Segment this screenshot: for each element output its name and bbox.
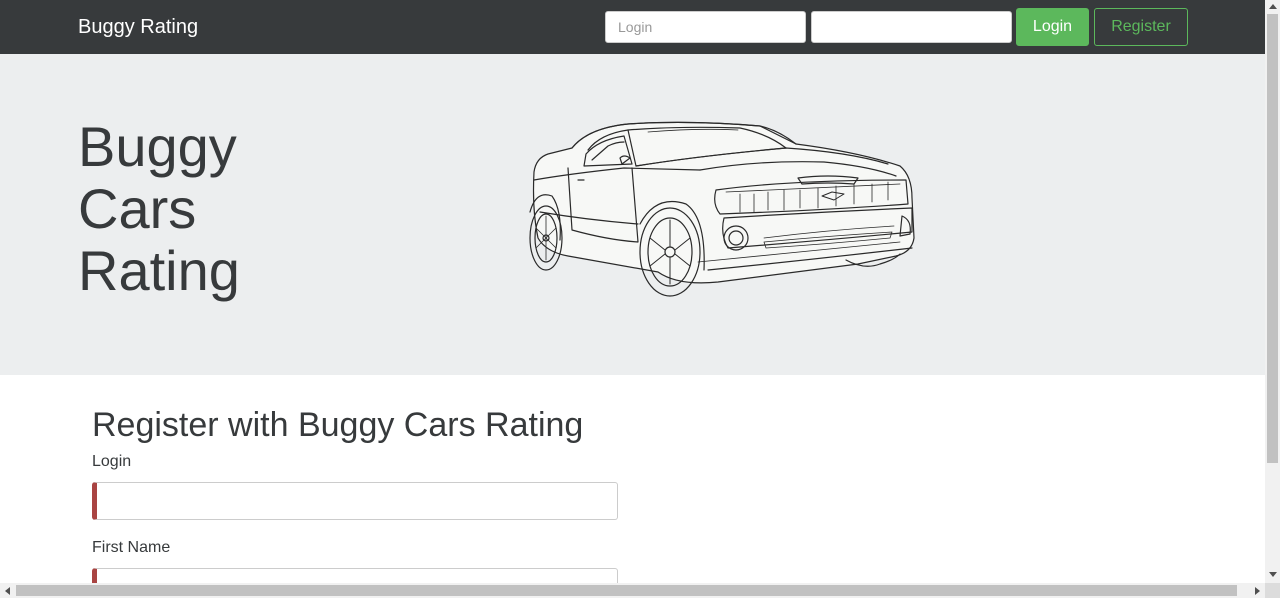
scroll-up-icon[interactable] bbox=[1269, 4, 1277, 9]
hero-title-line: Cars bbox=[78, 177, 197, 240]
scroll-left-icon[interactable] bbox=[5, 587, 10, 595]
hero-title-line: Rating bbox=[78, 239, 240, 302]
login-input[interactable] bbox=[605, 11, 806, 43]
hero-title-line: Buggy bbox=[78, 115, 237, 178]
scroll-down-icon[interactable] bbox=[1269, 572, 1277, 577]
brand-link[interactable]: Buggy Rating bbox=[78, 15, 198, 39]
login-button[interactable]: Login bbox=[1016, 8, 1089, 46]
register-button[interactable]: Register bbox=[1094, 8, 1188, 46]
scrollbar-corner bbox=[1265, 583, 1280, 598]
login-field[interactable] bbox=[92, 482, 618, 520]
login-field-label: Login bbox=[92, 453, 132, 470]
horizontal-scrollbar-thumb[interactable] bbox=[16, 585, 1237, 596]
scroll-right-icon[interactable] bbox=[1255, 587, 1260, 595]
first-name-field[interactable] bbox=[92, 568, 618, 583]
car-illustration bbox=[529, 121, 915, 297]
vertical-scrollbar[interactable] bbox=[1265, 0, 1280, 583]
first-name-field-label: First Name bbox=[92, 539, 171, 556]
page-viewport: Buggy Rating Login Register Buggy Cars R… bbox=[0, 0, 1265, 583]
vertical-scrollbar-thumb[interactable] bbox=[1267, 14, 1278, 463]
hero-title: Buggy Cars Rating bbox=[78, 116, 298, 302]
hero-section: Buggy Cars Rating bbox=[0, 54, 1265, 375]
register-heading: Register with Buggy Cars Rating bbox=[92, 406, 584, 444]
horizontal-scrollbar[interactable] bbox=[0, 583, 1265, 598]
password-input[interactable] bbox=[811, 11, 1012, 43]
navbar: Buggy Rating Login Register bbox=[0, 0, 1265, 54]
